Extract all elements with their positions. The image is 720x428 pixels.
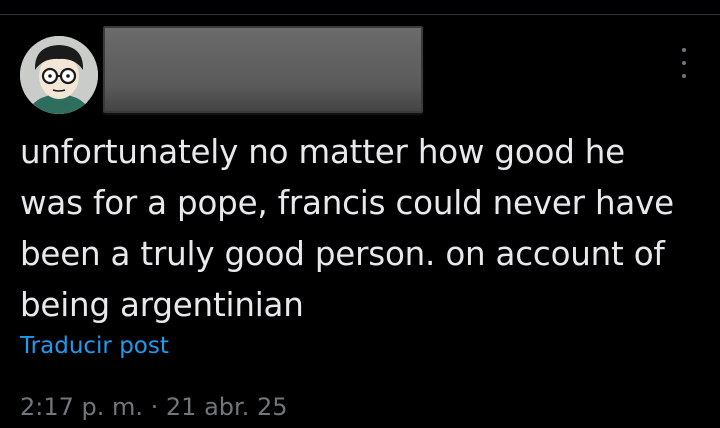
dot-icon: [682, 61, 686, 65]
post-text-line: being argentinian: [20, 286, 304, 324]
post-text-line: was for a pope, francis could never have: [20, 184, 674, 222]
redacted-username: [103, 26, 423, 113]
post-timestamp[interactable]: 2:17 p. m. · 21 abr. 25: [20, 393, 287, 421]
post-text-line: unfortunately no matter how good he: [20, 133, 625, 171]
more-options-icon[interactable]: [672, 48, 696, 78]
avatar-illustration: [20, 36, 98, 114]
avatar[interactable]: [20, 36, 98, 114]
dot-icon: [682, 74, 686, 78]
post-text-line: been a truly good person. on account of: [20, 235, 665, 273]
post-text: unfortunately no matter how good he was …: [20, 127, 710, 331]
dot-icon: [682, 48, 686, 52]
top-divider: [0, 14, 720, 15]
translate-post-link[interactable]: Traducir post: [20, 333, 169, 359]
